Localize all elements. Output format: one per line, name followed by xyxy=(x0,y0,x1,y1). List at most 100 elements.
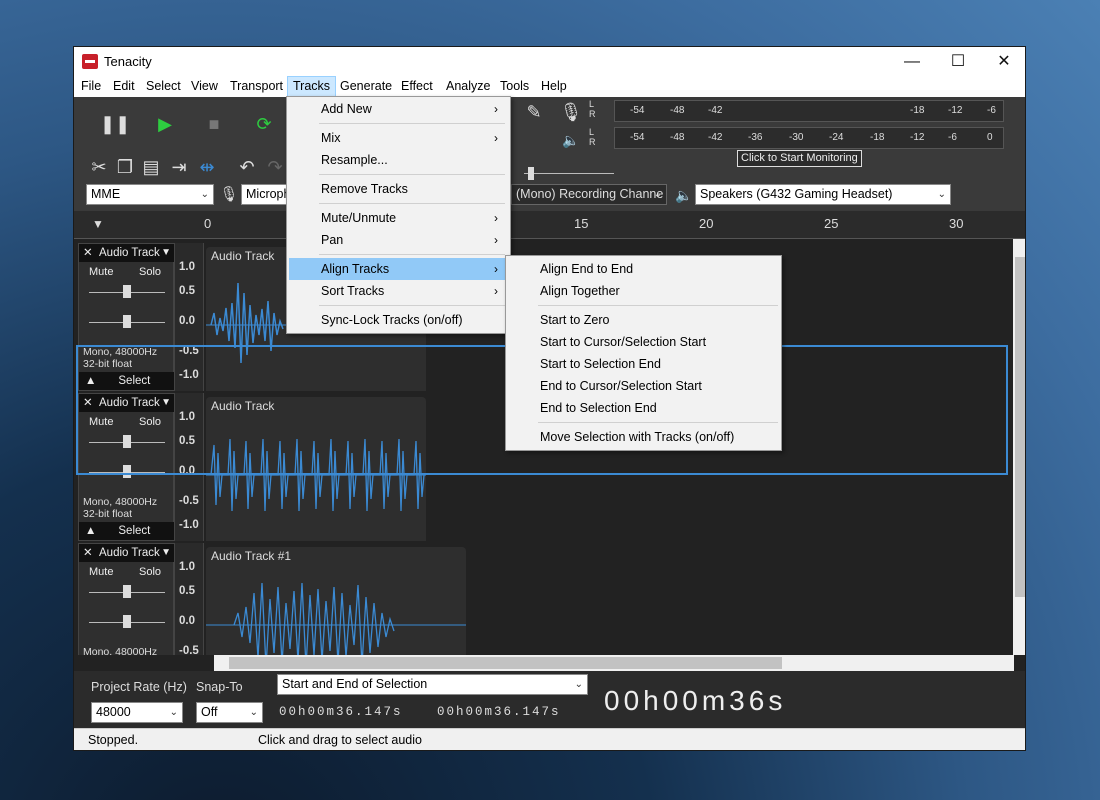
chevron-right-icon: › xyxy=(494,131,498,145)
amplitude-scale[interactable]: 1.0 0.5 0.0 -0.5 xyxy=(174,543,204,655)
menu-file[interactable]: File xyxy=(76,76,106,97)
menu-transport[interactable]: Transport xyxy=(225,76,288,97)
audio-position-time[interactable]: 00h00m36s xyxy=(604,681,786,721)
gain-slider[interactable] xyxy=(89,284,165,298)
audio-track-selected[interactable]: ✕ Audio Track ▼ Mute Solo Mono, 48000Hz … xyxy=(78,543,1008,655)
menu-item-align-tracks[interactable]: Align Tracks › xyxy=(289,258,508,280)
track-name[interactable]: Audio Track xyxy=(99,244,160,262)
menu-item-label: Align Tracks xyxy=(321,262,390,276)
menu-item-pan[interactable]: Pan › xyxy=(289,229,508,251)
paste-icon[interactable]: ▤ xyxy=(136,152,166,182)
menu-tracks[interactable]: Tracks xyxy=(287,76,337,97)
play-icon[interactable]: ▶ xyxy=(150,109,180,139)
meter-tick: -48 xyxy=(670,132,685,143)
menu-bar: File Edit Select View Transport Tracks G… xyxy=(74,76,1025,97)
menu-edit[interactable]: Edit xyxy=(108,76,140,97)
menu-item-mute-unmute[interactable]: Mute/Unmute › xyxy=(289,207,508,229)
undo-icon[interactable]: ↶ xyxy=(232,152,262,182)
meter-tick: -12 xyxy=(910,132,925,143)
playback-meter[interactable]: -54 -48 -42 -36 -30 -24 -18 -12 -6 0 xyxy=(614,127,1004,149)
menu-item-remove-tracks[interactable]: Remove Tracks xyxy=(289,178,508,200)
clip-title: Audio Track xyxy=(211,249,275,263)
chevron-down-icon: ⌄ xyxy=(249,707,258,718)
menu-item-align-together[interactable]: Align Together xyxy=(508,280,779,302)
vertical-scroll-thumb[interactable] xyxy=(1015,257,1025,597)
project-rate-select[interactable]: 48000 ⌄ xyxy=(91,702,183,723)
menu-item-sort-tracks[interactable]: Sort Tracks › xyxy=(289,280,508,302)
gain-slider[interactable] xyxy=(89,584,165,598)
mute-button[interactable]: Mute xyxy=(89,266,113,278)
menu-item-align-end-to-end[interactable]: Align End to End xyxy=(508,258,779,280)
pan-slider[interactable] xyxy=(89,614,165,628)
track-header[interactable]: ✕ Audio Track ▼ xyxy=(79,544,175,562)
track-select-button[interactable]: ▲ Select xyxy=(79,522,175,540)
close-icon[interactable]: ✕ xyxy=(83,244,93,262)
menu-generate[interactable]: Generate xyxy=(335,76,397,97)
solo-button[interactable]: Solo xyxy=(139,266,161,278)
menu-item-resample[interactable]: Resample... xyxy=(289,149,508,171)
selection-mode-select[interactable]: Start and End of Selection ⌄ xyxy=(277,674,588,695)
meter-tick: -18 xyxy=(910,105,925,116)
track-name[interactable]: Audio Track xyxy=(99,544,160,562)
track-menu-icon[interactable]: ▼ xyxy=(161,244,171,262)
meter-tick: -18 xyxy=(870,132,885,143)
timeline-ruler[interactable]: ▼ 0 15 20 25 30 xyxy=(74,211,1025,239)
tenacity-logo-icon xyxy=(82,54,98,69)
project-rate-value: 48000 xyxy=(96,705,131,719)
menu-item-start-to-selection-end[interactable]: Start to Selection End xyxy=(508,353,779,375)
menu-view[interactable]: View xyxy=(186,76,223,97)
selection-end-time[interactable]: 00h00m36.147s xyxy=(437,700,561,724)
recording-channels-select[interactable]: (Mono) Recording Channe ⌄ xyxy=(511,184,667,205)
track-header[interactable]: ✕ Audio Track ▼ xyxy=(79,244,175,262)
audio-clip[interactable]: Audio Track #1 xyxy=(206,547,466,655)
start-monitoring-button[interactable]: Click to Start Monitoring xyxy=(737,150,862,167)
pencil-icon[interactable]: ✎ xyxy=(519,97,549,127)
play-meter-lr: L R xyxy=(589,127,596,147)
microphone-icon[interactable]: 🎙 xyxy=(556,97,586,127)
speaker-icon[interactable]: 🔈 xyxy=(556,125,586,155)
meter-tick: -42 xyxy=(708,132,723,143)
pause-icon[interactable]: ❚❚ xyxy=(100,109,130,139)
menu-select[interactable]: Select xyxy=(141,76,186,97)
menu-item-move-selection-with-tracks[interactable]: Move Selection with Tracks (on/off) xyxy=(508,426,779,448)
recording-device-select[interactable]: Microph xyxy=(241,184,289,205)
play-head-icon[interactable]: ▼ xyxy=(92,217,104,231)
snap-to-select[interactable]: Off ⌄ xyxy=(196,702,263,723)
menu-item-start-to-zero[interactable]: Start to Zero xyxy=(508,309,779,331)
scale-label: -0.5 xyxy=(179,645,199,655)
mute-button[interactable]: Mute xyxy=(89,566,113,578)
loop-icon[interactable]: ⟳ xyxy=(249,109,279,139)
pan-slider[interactable] xyxy=(89,314,165,328)
selection-start-time[interactable]: 00h00m36.147s xyxy=(279,700,403,724)
record-meter[interactable]: -54 -48 -42 -18 -12 -6 xyxy=(614,100,1004,122)
menu-item-end-to-selection-end[interactable]: End to Selection End xyxy=(508,397,779,419)
silence-icon[interactable]: ⇹ xyxy=(192,152,222,182)
audio-host-select[interactable]: MME ⌄ xyxy=(86,184,214,205)
playback-speed-slider[interactable] xyxy=(524,167,614,180)
menu-item-end-to-cursor[interactable]: End to Cursor/Selection Start xyxy=(508,375,779,397)
horizontal-scroll-thumb[interactable] xyxy=(229,657,782,669)
solo-button[interactable]: Solo xyxy=(139,566,161,578)
track-control-panel: ✕ Audio Track ▼ Mute Solo Mono, 48000Hz xyxy=(78,543,175,655)
close-icon[interactable]: ✕ xyxy=(83,544,93,562)
select-label: Select xyxy=(118,525,151,537)
menu-analyze[interactable]: Analyze xyxy=(441,76,495,97)
menu-item-label: Add New xyxy=(321,102,372,116)
menu-help[interactable]: Help xyxy=(536,76,572,97)
scale-label: 1.0 xyxy=(179,261,195,273)
close-button[interactable]: ✕ xyxy=(981,47,1025,76)
playback-device-select[interactable]: Speakers (G432 Gaming Headset) ⌄ xyxy=(695,184,951,205)
minimize-button[interactable]: — xyxy=(889,47,935,76)
menu-item-sync-lock[interactable]: Sync-Lock Tracks (on/off) xyxy=(289,309,508,331)
track-menu-icon[interactable]: ▼ xyxy=(161,544,171,562)
maximize-button[interactable]: ☐ xyxy=(935,47,981,76)
menu-item-start-to-cursor[interactable]: Start to Cursor/Selection Start xyxy=(508,331,779,353)
menu-item-add-new[interactable]: Add New › xyxy=(289,98,508,120)
menu-effect[interactable]: Effect xyxy=(396,76,438,97)
stop-icon[interactable]: ■ xyxy=(199,109,229,139)
meter-tick: -12 xyxy=(948,105,963,116)
trim-icon[interactable]: ⇥ xyxy=(164,152,194,182)
menu-tools[interactable]: Tools xyxy=(495,76,534,97)
snap-to-label: Snap-To xyxy=(196,680,243,694)
menu-item-mix[interactable]: Mix › xyxy=(289,127,508,149)
